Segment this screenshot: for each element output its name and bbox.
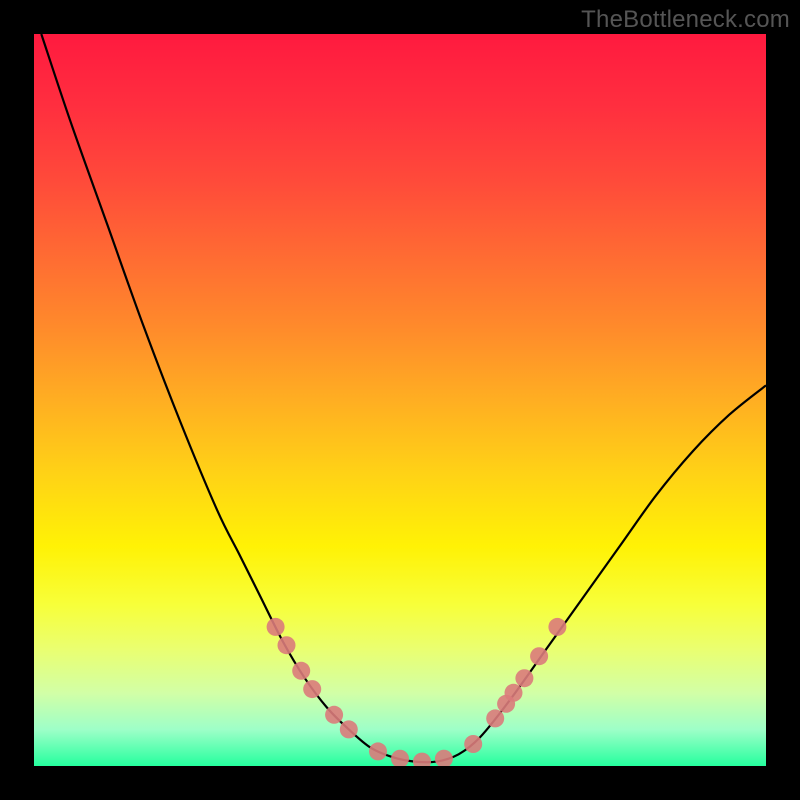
marker-dot (413, 753, 431, 766)
marker-dot (505, 684, 523, 702)
watermark-text: TheBottleneck.com (581, 6, 790, 34)
curve-layer (34, 34, 766, 766)
marker-dot (530, 647, 548, 665)
marker-dot (369, 742, 387, 760)
plot-area (34, 34, 766, 766)
marker-dot (548, 618, 566, 636)
marker-dot (303, 680, 321, 698)
marker-dot (325, 706, 343, 724)
curve-markers (267, 618, 567, 766)
marker-dot (435, 750, 453, 766)
marker-dot (292, 662, 310, 680)
marker-dot (267, 618, 285, 636)
marker-dot (464, 735, 482, 753)
marker-dot (486, 709, 504, 727)
marker-dot (278, 636, 296, 654)
chart-outer-frame: TheBottleneck.com (0, 0, 800, 800)
bottleneck-curve (41, 34, 766, 762)
marker-dot (515, 669, 533, 687)
marker-dot (391, 750, 409, 766)
marker-dot (340, 720, 358, 738)
